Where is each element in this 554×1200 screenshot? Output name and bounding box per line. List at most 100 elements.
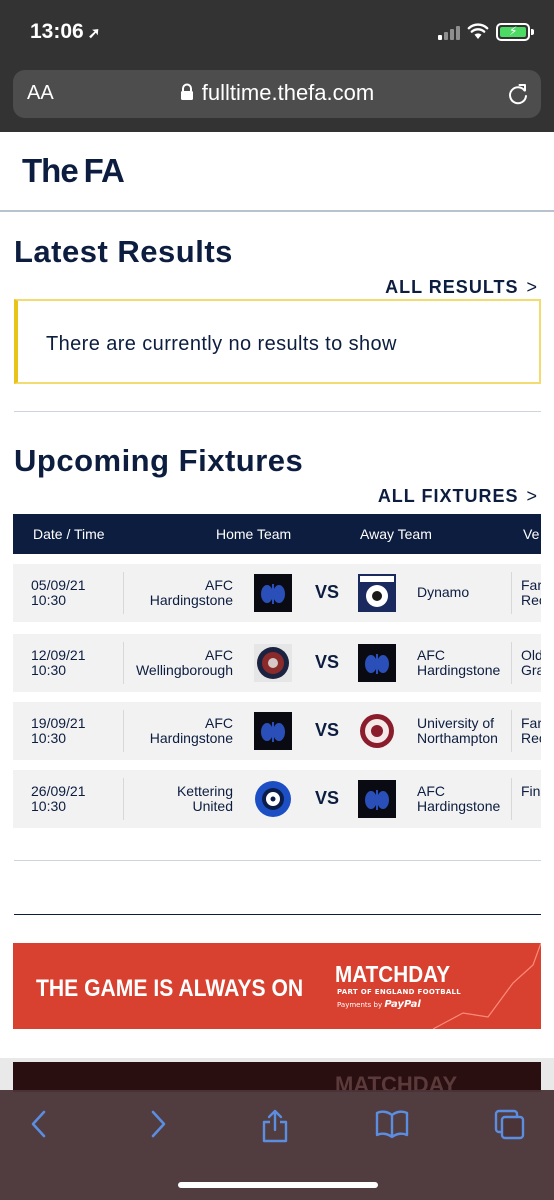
logo-fa: FA: [83, 152, 125, 189]
cell-divider: [123, 642, 124, 684]
cellular-signal-icon: [438, 24, 460, 40]
away-team-name[interactable]: University of Northampton: [417, 716, 498, 746]
paypal-logo: PayPal: [384, 999, 421, 1010]
no-results-message: There are currently no results to show: [46, 333, 397, 355]
cell-divider: [511, 778, 512, 820]
fixture-date: 12/09/21: [31, 647, 86, 663]
kettering-crest-icon: [254, 780, 292, 818]
tabs-icon[interactable]: [493, 1108, 525, 1140]
fixture-time: 10:30: [31, 798, 67, 814]
away-team-line2: Hardingstone: [417, 798, 501, 814]
section-divider: [14, 860, 541, 861]
hardingstone-crest-icon: [358, 780, 396, 818]
fixture-time: 10:30: [31, 662, 67, 678]
all-fixtures-link[interactable]: ALL FIXTURES >: [378, 486, 538, 507]
cell-divider: [123, 572, 124, 614]
browser-address-area: AA fulltime.thefa.com: [0, 64, 554, 132]
latest-results-title: Latest Results: [14, 234, 233, 269]
fixture-row[interactable]: 26/09/21 10:30 Kettering United VS AFC H…: [13, 770, 541, 828]
site-header: The FA: [0, 132, 554, 212]
hardingstone-crest-icon: [254, 574, 292, 612]
fixture-date: 26/09/21: [31, 783, 86, 799]
away-team-line1: University of: [417, 715, 495, 731]
versus-label: VS: [315, 652, 340, 672]
home-team-line2: United: [192, 798, 233, 814]
column-home-team: Home Team: [216, 526, 292, 542]
forward-icon[interactable]: [147, 1108, 169, 1140]
all-results-link[interactable]: ALL RESULTS >: [385, 277, 538, 298]
home-indicator[interactable]: [178, 1182, 378, 1188]
fixture-venue[interactable]: Old Gra: [521, 648, 541, 678]
column-date-time: Date / Time: [33, 526, 105, 542]
fixture-date: 05/09/21: [31, 577, 86, 593]
away-team-name[interactable]: AFC Hardingstone: [417, 648, 500, 678]
status-time-text: 13:06: [30, 20, 84, 43]
bookmarks-icon[interactable]: [375, 1108, 409, 1140]
lock-icon: [180, 83, 193, 100]
home-team-line1: AFC: [205, 715, 233, 731]
location-arrow-icon: ➚: [87, 25, 101, 42]
home-team-name[interactable]: AFC Hardingstone: [150, 578, 233, 608]
fixture-datetime: 26/09/21 10:30: [31, 784, 86, 814]
fixture-venue[interactable]: Far Rec: [521, 716, 541, 746]
away-team-line1: AFC: [417, 647, 445, 663]
fixture-time: 10:30: [31, 592, 67, 608]
venue-line2: Rec: [521, 592, 541, 608]
ad-payments-label: Payments by: [337, 1001, 383, 1009]
fixture-time: 10:30: [31, 730, 67, 746]
battery-icon: ⚡: [496, 23, 534, 41]
url-text: fulltime.thefa.com: [201, 80, 375, 105]
hardingstone-crest-icon: [254, 712, 292, 750]
reload-icon[interactable]: [507, 82, 529, 106]
away-team-name[interactable]: Dynamo: [417, 585, 469, 600]
home-team-line1: Kettering: [176, 783, 233, 799]
fixture-row[interactable]: 05/09/21 10:30 AFC Hardingstone VS Dynam…: [13, 564, 541, 622]
fixture-datetime: 19/09/21 10:30: [31, 716, 86, 746]
venue-line1: Old: [521, 647, 541, 663]
fixture-row[interactable]: 19/09/21 10:30 AFC Hardingstone VS Unive…: [13, 702, 541, 760]
away-team-line1: Dynamo: [417, 584, 470, 600]
fixture-venue[interactable]: Fin: [521, 784, 540, 799]
venue-line1: Far: [521, 715, 541, 731]
fixture-date: 19/09/21: [31, 715, 86, 731]
fixture-row[interactable]: 12/09/21 10:30 AFC Wellingborough VS AFC…: [13, 634, 541, 692]
the-fa-logo[interactable]: The FA: [22, 152, 125, 190]
home-team-line1: AFC: [205, 577, 233, 593]
home-team-line2: Wellingborough: [135, 662, 233, 678]
address-bar[interactable]: AA fulltime.thefa.com: [13, 70, 541, 118]
venue-line1: Far: [521, 577, 541, 593]
share-icon[interactable]: [260, 1108, 290, 1144]
all-results-label: ALL RESULTS: [385, 277, 519, 297]
away-team-line2: Hardingstone: [417, 662, 501, 678]
university-crest-icon: [358, 712, 396, 750]
home-team-name[interactable]: AFC Wellingborough: [136, 648, 233, 678]
cell-divider: [511, 572, 512, 614]
column-away-team: Away Team: [360, 526, 432, 542]
back-icon[interactable]: [28, 1108, 50, 1140]
upcoming-fixtures-title: Upcoming Fixtures: [14, 443, 304, 478]
away-team-line1: AFC: [417, 783, 445, 799]
venue-line2: Rec: [521, 730, 541, 746]
away-team-line2: Northampton: [417, 730, 498, 746]
fixture-venue[interactable]: Far Rec: [521, 578, 541, 608]
versus-label: VS: [315, 788, 340, 808]
url-display[interactable]: fulltime.thefa.com: [13, 80, 541, 106]
home-team-line1: AFC: [205, 647, 233, 663]
away-team-name[interactable]: AFC Hardingstone: [417, 784, 500, 814]
chevron-right-icon: >: [526, 277, 538, 297]
home-team-line2: Hardingstone: [149, 592, 233, 608]
fixture-datetime: 12/09/21 10:30: [31, 648, 86, 678]
all-fixtures-label: ALL FIXTURES: [377, 486, 519, 506]
home-team-name[interactable]: AFC Hardingstone: [150, 716, 233, 746]
logo-the: The: [22, 152, 79, 189]
matchday-ad-banner-2[interactable]: MATCHDAY: [13, 1062, 541, 1092]
status-time: 13:06 ➚: [30, 20, 100, 44]
no-results-notice: There are currently no results to show: [14, 299, 541, 384]
matchday-ad-banner[interactable]: THE GAME IS ALWAYS ON MATCHDAY PART OF E…: [13, 943, 541, 1029]
venue-line2: Gra: [521, 662, 541, 678]
home-team-line2: Hardingstone: [149, 730, 233, 746]
home-team-name[interactable]: Kettering United: [177, 784, 233, 814]
fixture-datetime: 05/09/21 10:30: [31, 578, 86, 608]
cell-divider: [123, 778, 124, 820]
fixtures-table-header: Date / Time Home Team Away Team Ve: [13, 514, 541, 554]
